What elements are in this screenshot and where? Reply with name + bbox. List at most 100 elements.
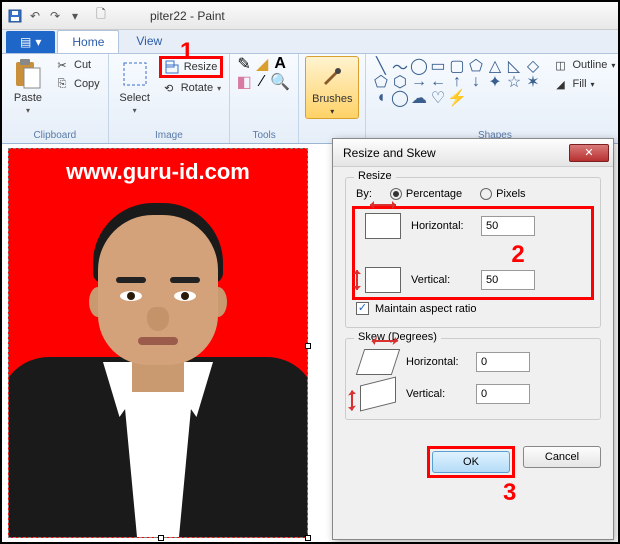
tab-file[interactable]: ▤▾	[6, 31, 55, 53]
group-tools: ✎ ◢ A ◧ ⁄ 🔍 Tools	[230, 54, 299, 143]
shape-callout-oval-icon[interactable]: ◯	[391, 90, 408, 105]
fillopt-label: Fill	[572, 78, 586, 90]
shape-polygon-icon[interactable]: ⬠	[467, 58, 484, 73]
text-icon[interactable]: A	[272, 56, 288, 72]
selection-handle-corner[interactable]	[305, 535, 311, 541]
titlebar: ↶ ↷ ▾ 🗋 piter22 - Paint	[2, 2, 618, 30]
paste-button[interactable]: Paste ▾	[8, 56, 48, 117]
copy-icon: ⎘	[54, 76, 70, 92]
window-title: piter22 - Paint	[150, 9, 225, 23]
pencil-icon[interactable]: ✎	[236, 56, 252, 72]
skew-fieldset: Skew (Degrees) Horizontal: Vertical:	[345, 338, 601, 420]
resize-v-label: Vertical:	[411, 274, 471, 286]
dialog-titlebar[interactable]: Resize and Skew ✕	[333, 139, 613, 167]
cut-label: Cut	[74, 59, 91, 71]
group-image: Select ▾ Resize ⟲Rotate▾ Image	[109, 54, 230, 143]
ribbon: Paste ▾ ✂Cut ⎘Copy Clipboard Select ▾ Re…	[2, 54, 618, 144]
group-image-label: Image	[115, 130, 223, 143]
resize-vertical-input[interactable]	[481, 270, 535, 290]
fillopt-icon: ◢	[552, 76, 568, 92]
save-icon[interactable]	[6, 7, 24, 25]
undo-icon[interactable]: ↶	[26, 7, 44, 25]
select-button[interactable]: Select ▾	[115, 56, 155, 117]
skew-vertical-input[interactable]	[476, 384, 530, 404]
radio-icon	[390, 188, 402, 200]
portrait-image	[9, 197, 307, 537]
shape-star6-icon[interactable]: ✶	[524, 74, 541, 89]
by-label: By:	[356, 188, 372, 200]
dialog-close-button[interactable]: ✕	[569, 144, 609, 162]
resize-skew-dialog: Resize and Skew ✕ Resize By: Percentage …	[332, 138, 614, 540]
ribbon-tabs: ▤▾ Home View	[2, 30, 618, 54]
brushes-button[interactable]: Brushes ▾	[305, 56, 359, 119]
close-icon: ✕	[584, 146, 593, 159]
cut-icon: ✂	[54, 57, 70, 73]
radio-percentage[interactable]: Percentage	[390, 188, 462, 200]
resize-horizontal-input[interactable]	[481, 216, 535, 236]
chevron-down-icon: ▾	[133, 106, 137, 115]
skew-h-icon	[356, 349, 400, 375]
fill-icon[interactable]: ◢	[254, 56, 270, 72]
shape-star5-icon[interactable]: ☆	[505, 74, 522, 89]
annotation-2-box: Horizontal: 2 Vertical:	[352, 206, 594, 300]
shape-lightning-icon[interactable]: ⚡	[448, 90, 465, 105]
group-tools-label: Tools	[236, 130, 292, 143]
group-clipboard-label: Clipboard	[8, 130, 102, 143]
canvas[interactable]: www.guru-id.com	[8, 148, 308, 538]
outline-label: Outline	[572, 59, 607, 71]
shape-star4-icon[interactable]: ✦	[486, 74, 503, 89]
resize-h-label: Horizontal:	[411, 220, 471, 232]
maintain-aspect-checkbox[interactable]: ✓ Maintain aspect ratio	[356, 302, 590, 315]
shape-callout-cloud-icon[interactable]: ☁	[410, 90, 427, 105]
horizontal-dim-icon	[365, 213, 401, 239]
shape-pentagon-icon[interactable]: ⬠	[372, 74, 389, 89]
rotate-label: Rotate	[181, 82, 213, 94]
shape-roundrect-icon[interactable]: ▢	[448, 58, 465, 73]
fill-button[interactable]: ◢Fill▾	[550, 75, 617, 93]
group-clipboard: Paste ▾ ✂ Cut ⎘Copy Clipboard	[2, 54, 109, 143]
selection-handle-bottom[interactable]	[158, 535, 164, 541]
outline-button[interactable]: ◫Outline▾	[550, 56, 617, 74]
rotate-button[interactable]: ⟲Rotate▾	[159, 79, 223, 97]
chevron-down-icon: ▾	[26, 106, 30, 115]
skew-horizontal-input[interactable]	[476, 352, 530, 372]
qat-dropdown-icon[interactable]: ▾	[66, 7, 84, 25]
shape-heart-icon[interactable]: ♡	[429, 90, 446, 105]
shape-oval-icon[interactable]: ◯	[410, 58, 427, 73]
radio-icon	[480, 188, 492, 200]
copy-button[interactable]: ⎘Copy	[52, 75, 102, 93]
zoom-icon[interactable]: 🔍	[272, 74, 288, 90]
quick-access-toolbar: ↶ ↷ ▾ 🗋	[6, 7, 110, 25]
resize-legend: Resize	[354, 170, 396, 182]
vertical-dim-icon	[365, 267, 401, 293]
outline-icon: ◫	[552, 57, 568, 73]
eraser-icon[interactable]: ◧	[236, 74, 252, 90]
paste-label: Paste	[14, 92, 42, 104]
checkbox-icon: ✓	[356, 302, 369, 315]
picker-icon[interactable]: ⁄	[254, 74, 270, 90]
new-doc-icon[interactable]: 🗋	[92, 7, 110, 25]
group-brushes: Brushes ▾	[299, 54, 366, 143]
rotate-icon: ⟲	[161, 80, 177, 96]
resize-icon	[164, 59, 180, 75]
select-label: Select	[119, 92, 150, 104]
shape-arrowd-icon[interactable]: ↓	[467, 74, 484, 89]
shape-rect-icon[interactable]: ▭	[429, 58, 446, 73]
brushes-label: Brushes	[312, 93, 352, 105]
shapes-gallery[interactable]: ╲ 〜 ◯ ▭ ▢ ⬠ △ ◺ ◇ ⬠ ⬡ → ← ↑ ↓ ✦ ☆ ✶ ◖ ◯	[372, 56, 542, 105]
brush-icon	[316, 59, 348, 91]
shape-callout-round-icon[interactable]: ◖	[372, 90, 389, 105]
radio-pixels[interactable]: Pixels	[480, 188, 525, 200]
ok-button[interactable]: OK	[432, 451, 510, 473]
percentage-label: Percentage	[406, 188, 462, 200]
select-icon	[119, 58, 151, 90]
selection-handle-right[interactable]	[305, 343, 311, 349]
tab-home[interactable]: Home	[57, 30, 119, 53]
annotation-2: 2	[451, 241, 585, 269]
redo-icon[interactable]: ↷	[46, 7, 64, 25]
cancel-button[interactable]: Cancel	[523, 446, 601, 468]
paste-icon	[12, 58, 44, 90]
tab-view[interactable]: View	[121, 29, 177, 53]
resize-fieldset: Resize By: Percentage Pixels Horizontal:…	[345, 177, 601, 328]
cut-button[interactable]: ✂ Cut	[52, 56, 102, 74]
